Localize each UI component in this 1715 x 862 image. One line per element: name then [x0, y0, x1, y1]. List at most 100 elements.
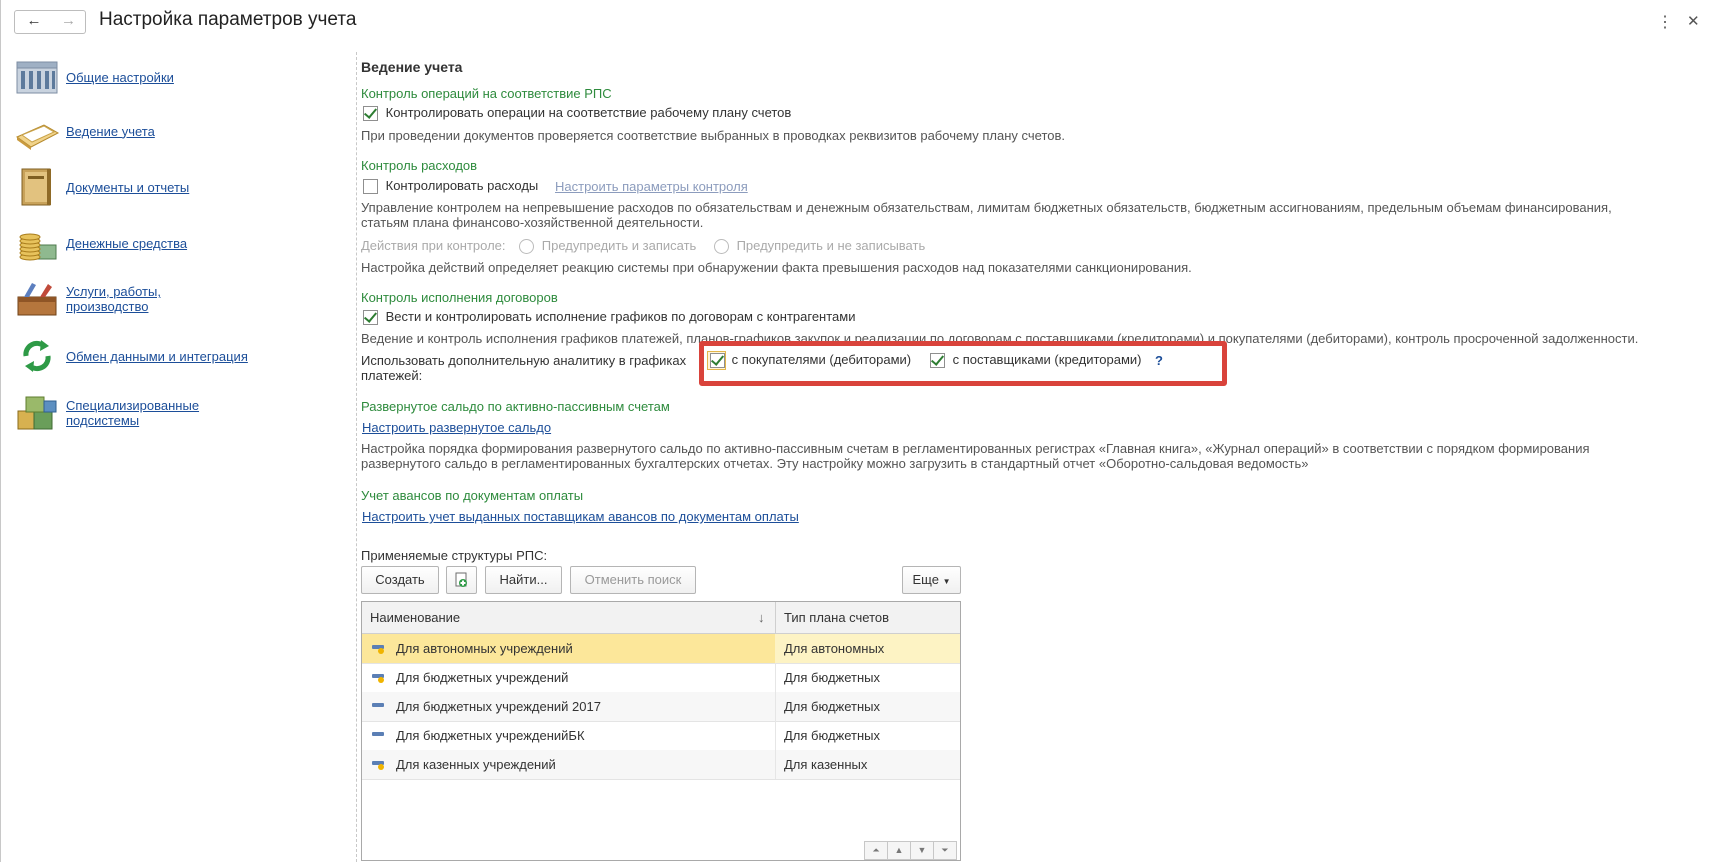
column-header-type[interactable]: Тип плана счетов — [784, 602, 889, 633]
expenses-hint: Управление контролем на непревышение рас… — [361, 200, 1612, 230]
structure-icon — [372, 761, 384, 770]
more-button-label: Еще — [912, 572, 939, 587]
sidebar-divider — [356, 52, 357, 862]
table-row[interactable]: Для казенных учреждений Для казенных — [362, 750, 960, 780]
checkbox-box[interactable] — [363, 179, 378, 195]
actions-hint: Настройка действий определяет реакцию си… — [361, 260, 1192, 275]
contracts-group-title: Контроль исполнения договоров — [361, 290, 558, 305]
scroll-up-icon: ▲ — [894, 845, 904, 855]
sidebar-item-services[interactable]: Услуги, работы, производство — [14, 279, 161, 319]
scroll-bottom-icon: ⏷ — [941, 845, 949, 855]
sidebar-item-money[interactable]: Денежные средства — [14, 223, 187, 263]
structure-icon — [372, 674, 384, 683]
cell-divider — [775, 692, 776, 721]
sidebar-item-label[interactable]: Услуги, работы, производство — [66, 284, 161, 314]
scroll-up-button[interactable]: ▲ — [887, 841, 911, 860]
help-icon[interactable]: ? — [1155, 353, 1163, 368]
structures-table: Наименование ↓ Тип плана счетов Для авто… — [361, 601, 961, 861]
checkbox-box[interactable] — [363, 310, 378, 326]
cell-divider — [775, 663, 776, 692]
sync-icon — [23, 340, 51, 372]
page-title: Настройка параметров учета — [99, 9, 357, 30]
window-left-border — [0, 0, 1, 862]
sidebar-item-label[interactable]: Документы и отчеты — [66, 180, 189, 195]
row-name: Для автономных учреждений — [396, 641, 573, 656]
create-button[interactable]: Создать — [361, 566, 439, 594]
dropdown-arrow-icon: ▼ — [942, 577, 951, 586]
column-header-name[interactable]: Наименование — [370, 602, 460, 633]
rps-group-title: Контроль операций на соответствие РПС — [361, 86, 612, 101]
row-name: Для бюджетных учреждений — [396, 670, 569, 685]
table-header: Наименование ↓ Тип плана счетов — [362, 602, 960, 634]
sort-desc-icon: ↓ — [758, 610, 765, 625]
buyers-analytics-checkbox[interactable]: с покупателями (дебиторами) — [710, 352, 912, 369]
radio-warn-nosave[interactable] — [713, 239, 729, 255]
sidebar-item-general[interactable]: Общие настройки — [14, 57, 174, 97]
coins-icon — [19, 233, 57, 261]
ledger-icon — [15, 124, 60, 150]
contracts-control-checkbox[interactable]: Вести и контролировать исполнение график… — [363, 309, 855, 326]
table-row[interactable]: Для бюджетных учреждений Для бюджетных — [362, 663, 960, 693]
sidebar-item-special[interactable]: Специализированные подсистемы — [14, 393, 199, 433]
scroll-bottom-button[interactable]: ⏷ — [933, 841, 957, 860]
close-icon[interactable]: ✕ — [1687, 12, 1700, 30]
control-actions-row: Действия при контроле: Предупредить и за… — [361, 238, 925, 255]
back-button[interactable]: ← — [14, 10, 54, 34]
more-button[interactable]: Еще ▼ — [902, 566, 961, 594]
saldo-hint: Настройка порядка формирования развернут… — [361, 441, 1590, 471]
expenses-control-checkbox[interactable]: Контролировать расходы — [363, 178, 539, 195]
rps-hint: При проведении документов проверяется со… — [361, 128, 1066, 143]
toolbox-icon — [17, 283, 57, 316]
sidebar-item-label[interactable]: Общие настройки — [66, 70, 174, 85]
configure-control-link[interactable]: Настроить параметры контроля — [555, 179, 748, 194]
structures-label: Применяемые структуры РПС: — [361, 548, 548, 563]
scroll-down-icon: ▼ — [917, 845, 927, 855]
radio-warn-save[interactable] — [519, 239, 535, 255]
checkbox-label: Контролировать расходы — [385, 178, 539, 193]
scroll-down-button[interactable]: ▼ — [910, 841, 934, 860]
column-divider — [775, 602, 776, 633]
sidebar-item-label[interactable]: Денежные средства — [66, 236, 187, 251]
radio-warn-save-label: Предупредить и записать — [541, 238, 697, 253]
back-arrow-icon: ← — [26, 12, 42, 29]
find-button[interactable]: Найти... — [485, 566, 562, 594]
building-icon — [16, 61, 58, 94]
forward-arrow-icon: → — [61, 12, 76, 29]
book-icon — [21, 168, 51, 206]
cubes-icon — [17, 396, 57, 430]
sidebar-item-label[interactable]: Обмен данными и интеграция — [66, 349, 248, 364]
checkbox-box[interactable] — [930, 353, 945, 369]
structure-icon — [372, 703, 384, 707]
expenses-group-title: Контроль расходов — [361, 158, 478, 173]
control-actions-label: Действия при контроле: — [361, 238, 506, 253]
row-type: Для бюджетных — [784, 728, 881, 743]
scroll-top-button[interactable]: ⏶ — [864, 841, 888, 860]
table-row[interactable]: Для автономных учреждений Для автономных — [362, 634, 960, 664]
configure-advances-link[interactable]: Настроить учет выданных поставщикам аван… — [362, 509, 799, 524]
sidebar-item-label[interactable]: Ведение учета — [66, 124, 155, 139]
sidebar-item-documents[interactable]: Документы и отчеты — [14, 167, 189, 207]
sidebar-item-label[interactable]: Специализированные подсистемы — [66, 398, 199, 428]
saldo-group-title: Развернутое сальдо по активно-пассивным … — [361, 399, 670, 414]
copy-button[interactable] — [446, 566, 477, 594]
more-actions-icon[interactable]: ⋮ — [1657, 12, 1673, 32]
scroll-top-icon: ⏶ — [872, 845, 880, 855]
forward-button[interactable]: → — [52, 10, 86, 34]
suppliers-analytics-checkbox[interactable]: с поставщиками (кредиторами) — [930, 352, 1142, 369]
cancel-search-button[interactable]: Отменить поиск — [570, 566, 696, 594]
row-type: Для бюджетных — [784, 699, 881, 714]
checkbox-label: с покупателями (дебиторами) — [731, 352, 912, 367]
row-type: Для казенных — [784, 757, 868, 772]
sidebar-item-exchange[interactable]: Обмен данными и интеграция — [14, 336, 248, 376]
configure-saldo-link[interactable]: Настроить развернутое сальдо — [362, 420, 551, 435]
row-name: Для бюджетных учреждений 2017 — [396, 699, 601, 714]
sidebar-item-accounting[interactable]: Ведение учета — [14, 111, 155, 151]
section-title: Ведение учета — [361, 59, 463, 75]
rps-control-checkbox[interactable]: Контролировать операции на соответствие … — [363, 105, 791, 122]
checkbox-box[interactable] — [710, 353, 725, 369]
table-row[interactable]: Для бюджетных учрежденийБК Для бюджетных — [362, 721, 960, 751]
structure-icon — [372, 645, 384, 654]
checkbox-box[interactable] — [363, 106, 378, 122]
checkbox-label: с поставщиками (кредиторами) — [952, 352, 1142, 367]
table-row[interactable]: Для бюджетных учреждений 2017 Для бюджет… — [362, 692, 960, 722]
